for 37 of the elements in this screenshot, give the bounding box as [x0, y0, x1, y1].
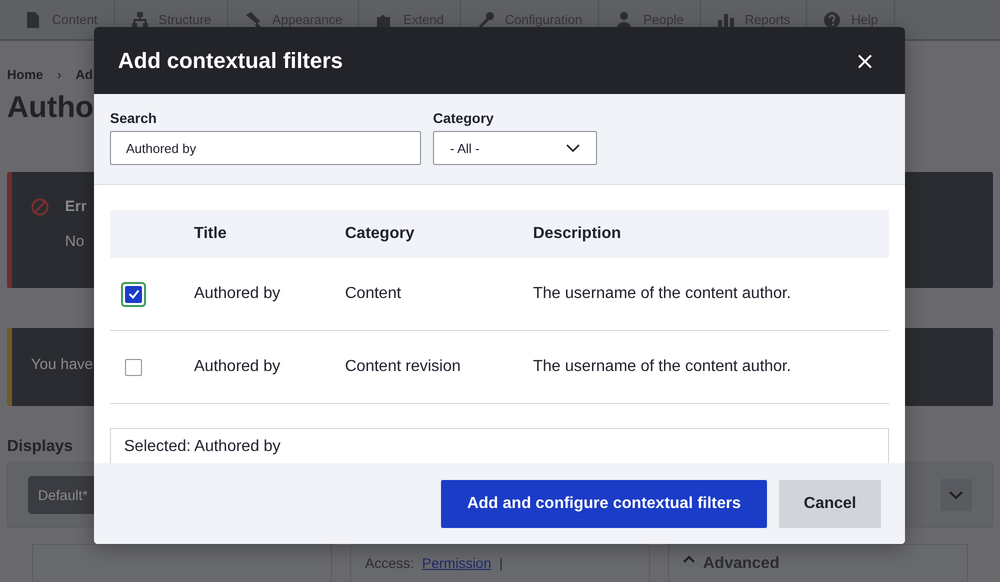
message-text: No — [65, 233, 84, 250]
breadcrumb-link[interactable]: Home — [7, 67, 44, 82]
dialog-title: Add contextual filters — [118, 48, 343, 74]
field-label: Search — [110, 110, 158, 126]
dropdown-button[interactable] — [939, 479, 972, 511]
message-text: You have — [31, 356, 94, 373]
table-cell-text: Authored by — [194, 285, 282, 303]
search-field[interactable]: Authored by — [110, 131, 421, 165]
section-heading: Displays — [7, 438, 73, 456]
table-cell-text: Authored by — [194, 358, 282, 376]
chevron-down-icon — [949, 490, 963, 500]
field-label: Category — [433, 110, 495, 126]
prohibited-icon — [31, 198, 49, 216]
checkbox[interactable] — [121, 282, 146, 306]
chevron-down-icon — [566, 144, 580, 152]
table-cell-text: Content — [345, 285, 402, 303]
table-cell-text: The username of the content author. — [533, 358, 792, 376]
column-header: Category — [345, 225, 416, 243]
permission-link[interactable]: Permission — [422, 555, 492, 571]
table-cell-text: Content revision — [345, 358, 462, 376]
table-cell-text: The username of the content author. — [533, 285, 792, 303]
caret-up-icon — [683, 555, 695, 563]
document-icon — [24, 10, 42, 28]
section-toggle[interactable]: Advanced — [703, 555, 780, 573]
column-header: Description — [533, 225, 622, 243]
separator-text: | — [499, 555, 503, 571]
page-title: Autho — [7, 90, 94, 126]
category-select[interactable]: - All - — [433, 131, 597, 165]
submit-button[interactable]: Add and configure contextual filters — [441, 480, 767, 528]
column-header: Title — [194, 225, 228, 243]
cancel-button[interactable]: Cancel — [779, 480, 881, 528]
field-label: Access: — [365, 555, 414, 571]
breadcrumb-separator: › — [57, 67, 62, 82]
close-button[interactable]: × — [848, 46, 881, 74]
message-title: Err — [65, 198, 87, 215]
check-icon — [128, 289, 140, 299]
breadcrumb-link[interactable]: Ad — [75, 67, 93, 82]
